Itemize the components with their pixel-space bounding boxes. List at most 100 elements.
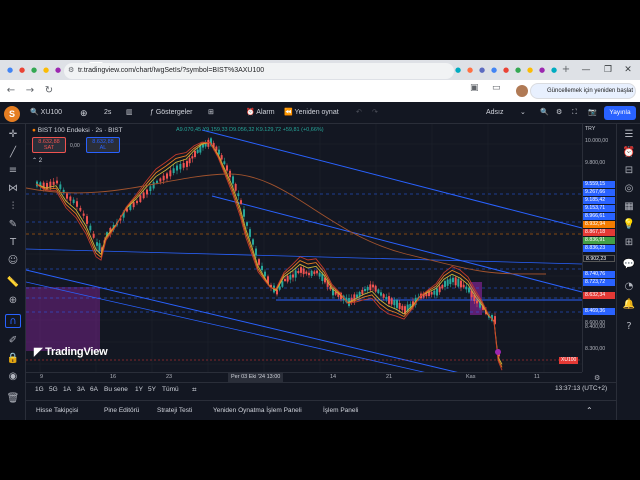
range-button[interactable]: 1Y (135, 383, 143, 397)
bottom-tab[interactable]: İşlem Paneli (323, 401, 358, 420)
ideas-icon[interactable]: 💡 (621, 218, 637, 232)
browser-tab[interactable]: ● (29, 65, 39, 75)
bottom-tab[interactable]: Yeniden Oynatma İşlem Paneli (213, 401, 302, 420)
help-icon[interactable]: ? (621, 320, 637, 334)
calendar-icon[interactable]: ▦ (621, 200, 637, 214)
magnet-icon[interactable]: ∩ (5, 314, 21, 328)
buy-button[interactable]: 8.632,88 AL (86, 137, 120, 153)
browser-tab[interactable]: ● (53, 65, 63, 75)
fullscreen-icon[interactable]: ⛶ (572, 102, 577, 124)
browser-tab[interactable]: ● (549, 65, 559, 75)
site-info-icon[interactable]: ⚙ (68, 63, 74, 79)
reload-icon[interactable]: ↻ (41, 83, 57, 99)
browser-tab[interactable]: ● (41, 65, 51, 75)
goto-date-icon[interactable]: ⌗ (192, 383, 197, 397)
range-button[interactable]: 1G (35, 383, 44, 397)
layout-menu-icon[interactable]: ⌄ (520, 102, 526, 124)
chart-type-icon[interactable]: ▥ (126, 102, 133, 124)
range-button[interactable]: 3A (77, 383, 85, 397)
price-chart[interactable] (26, 124, 582, 372)
text-icon[interactable]: T (5, 236, 21, 250)
quick-search-icon[interactable]: 🔍 (540, 102, 549, 124)
watchlist-icon[interactable]: ☰ (621, 128, 637, 142)
layout-name[interactable]: Adsız (486, 102, 504, 124)
browser-tab[interactable]: ● (501, 65, 511, 75)
bottom-tab[interactable]: Hisse Takipçisi (36, 401, 79, 420)
tradingview-watermark[interactable]: ◤ TradingView (34, 345, 108, 358)
browser-tab[interactable]: ● (537, 65, 547, 75)
pattern-icon[interactable]: ⋈ (5, 182, 21, 196)
minimize-button[interactable]: — (574, 60, 598, 80)
forward-icon[interactable]: → (22, 83, 38, 99)
streams-icon[interactable]: ◔ (621, 280, 637, 294)
settings-icon[interactable]: ⚙ (556, 102, 562, 124)
forecast-icon[interactable]: ⫶ (5, 200, 21, 214)
redo-icon[interactable]: ↷ (372, 102, 378, 124)
sell-button[interactable]: 8.632,88 SAT (32, 137, 66, 153)
lock-icon[interactable]: 🔒 (5, 352, 21, 366)
screener-icon[interactable]: ⊞ (621, 236, 637, 250)
trash-icon[interactable]: 🗑 (5, 392, 21, 406)
publish-button[interactable]: Yayınla (604, 106, 636, 120)
compare-icon[interactable]: ⊕ (80, 102, 88, 124)
range-button[interactable]: Bu sene (104, 383, 128, 397)
notifications-icon[interactable]: 🔔 (621, 298, 637, 312)
browser-tab[interactable]: ● (465, 65, 475, 75)
price-scale[interactable]: TRY 10.000,009.800,009.600,008.600,008.4… (582, 124, 616, 372)
trendline-icon[interactable]: ╱ (5, 146, 21, 160)
bottom-tab[interactable]: Pine Editörü (104, 401, 139, 420)
crosshair-icon[interactable]: ✛ (5, 128, 21, 142)
browser-tab[interactable]: ● (525, 65, 535, 75)
candle-body (281, 281, 284, 287)
back-icon[interactable]: ← (3, 83, 19, 99)
indicators-button[interactable]: ƒ Göstergeler (150, 102, 192, 124)
snapshot-icon[interactable]: 📷 (588, 102, 597, 124)
replay-button[interactable]: ⏪ Yeniden oynat (284, 102, 339, 124)
eye-icon[interactable]: ◉ (5, 370, 21, 384)
alarm-button[interactable]: ⏰ Alarm (246, 102, 275, 124)
templates-icon[interactable]: ⊞ (208, 102, 214, 124)
range-button[interactable]: Tümü (162, 383, 179, 397)
hotlist-icon[interactable]: ◎ (621, 182, 637, 196)
timescale-settings-icon[interactable]: ⚙ (594, 374, 600, 382)
zoom-icon[interactable]: ⊕ (5, 294, 21, 308)
interval-selector[interactable]: 2s (104, 102, 111, 124)
ruler-icon[interactable]: 📏 (5, 276, 21, 290)
data-window-icon[interactable]: ⊟ (621, 164, 637, 178)
right-sidebar: ☰ ⏰ ⊟ ◎ ▦ 💡 ⊞ 💬 ◔ 🔔 ? (616, 124, 640, 420)
sidepanel-icon[interactable]: ▭ (492, 83, 501, 93)
extensions-icon[interactable]: ▣ (470, 83, 479, 93)
undo-icon[interactable]: ↶ (356, 102, 362, 124)
alerts-icon[interactable]: ⏰ (621, 146, 637, 160)
chart-pane[interactable]: ● BIST 100 Endeksi · 2s · BIST A9.070,45… (26, 124, 582, 372)
brush-icon[interactable]: ✎ (5, 218, 21, 232)
browser-tab[interactable]: ● (17, 65, 27, 75)
symbol-legend[interactable]: ● BIST 100 Endeksi · 2s · BIST (32, 127, 123, 134)
collapse-panel-icon[interactable]: ⌃ (586, 401, 593, 420)
new-tab-button[interactable]: + (561, 65, 571, 75)
user-avatar[interactable]: S (4, 106, 20, 122)
emoji-icon[interactable]: ☺ (5, 254, 21, 268)
range-button[interactable]: 5Y (148, 383, 156, 397)
relaunch-update-button[interactable]: Güncellemek için yeniden başlat (530, 83, 636, 99)
browser-tab[interactable]: ● (477, 65, 487, 75)
browser-tab[interactable]: ● (453, 65, 463, 75)
stay-drawing-icon[interactable]: ✐ (5, 334, 21, 348)
symbol-search[interactable]: 🔍 XU100 (30, 102, 62, 124)
range-button[interactable]: 1A (63, 383, 71, 397)
bottom-tab[interactable]: Strateji Testi (157, 401, 192, 420)
url-field[interactable]: ⚙ tr.tradingview.com/chart/IwgSetIs/?sym… (64, 63, 454, 79)
range-button[interactable]: 6A (90, 383, 98, 397)
chat-icon[interactable]: 💬 (621, 258, 637, 272)
close-window-button[interactable]: ✕ (616, 60, 640, 80)
time-scale[interactable]: 9 16 23 14 21 Kas 11 Per 03 Eki '24 13:00 ⚙ (26, 372, 600, 382)
browser-tab[interactable]: ● (489, 65, 499, 75)
profile-avatar[interactable] (516, 85, 528, 97)
lines-icon[interactable]: ≡ (5, 164, 21, 178)
currency-label[interactable]: TRY (585, 126, 595, 132)
clock[interactable]: 13:37:13 (UTC+2) (555, 382, 607, 396)
range-button[interactable]: 5G (49, 383, 58, 397)
browser-tab[interactable]: ● (5, 65, 15, 75)
browser-tab[interactable]: ● (513, 65, 523, 75)
indicators-toggle[interactable]: ⌃ 2 (32, 157, 42, 164)
